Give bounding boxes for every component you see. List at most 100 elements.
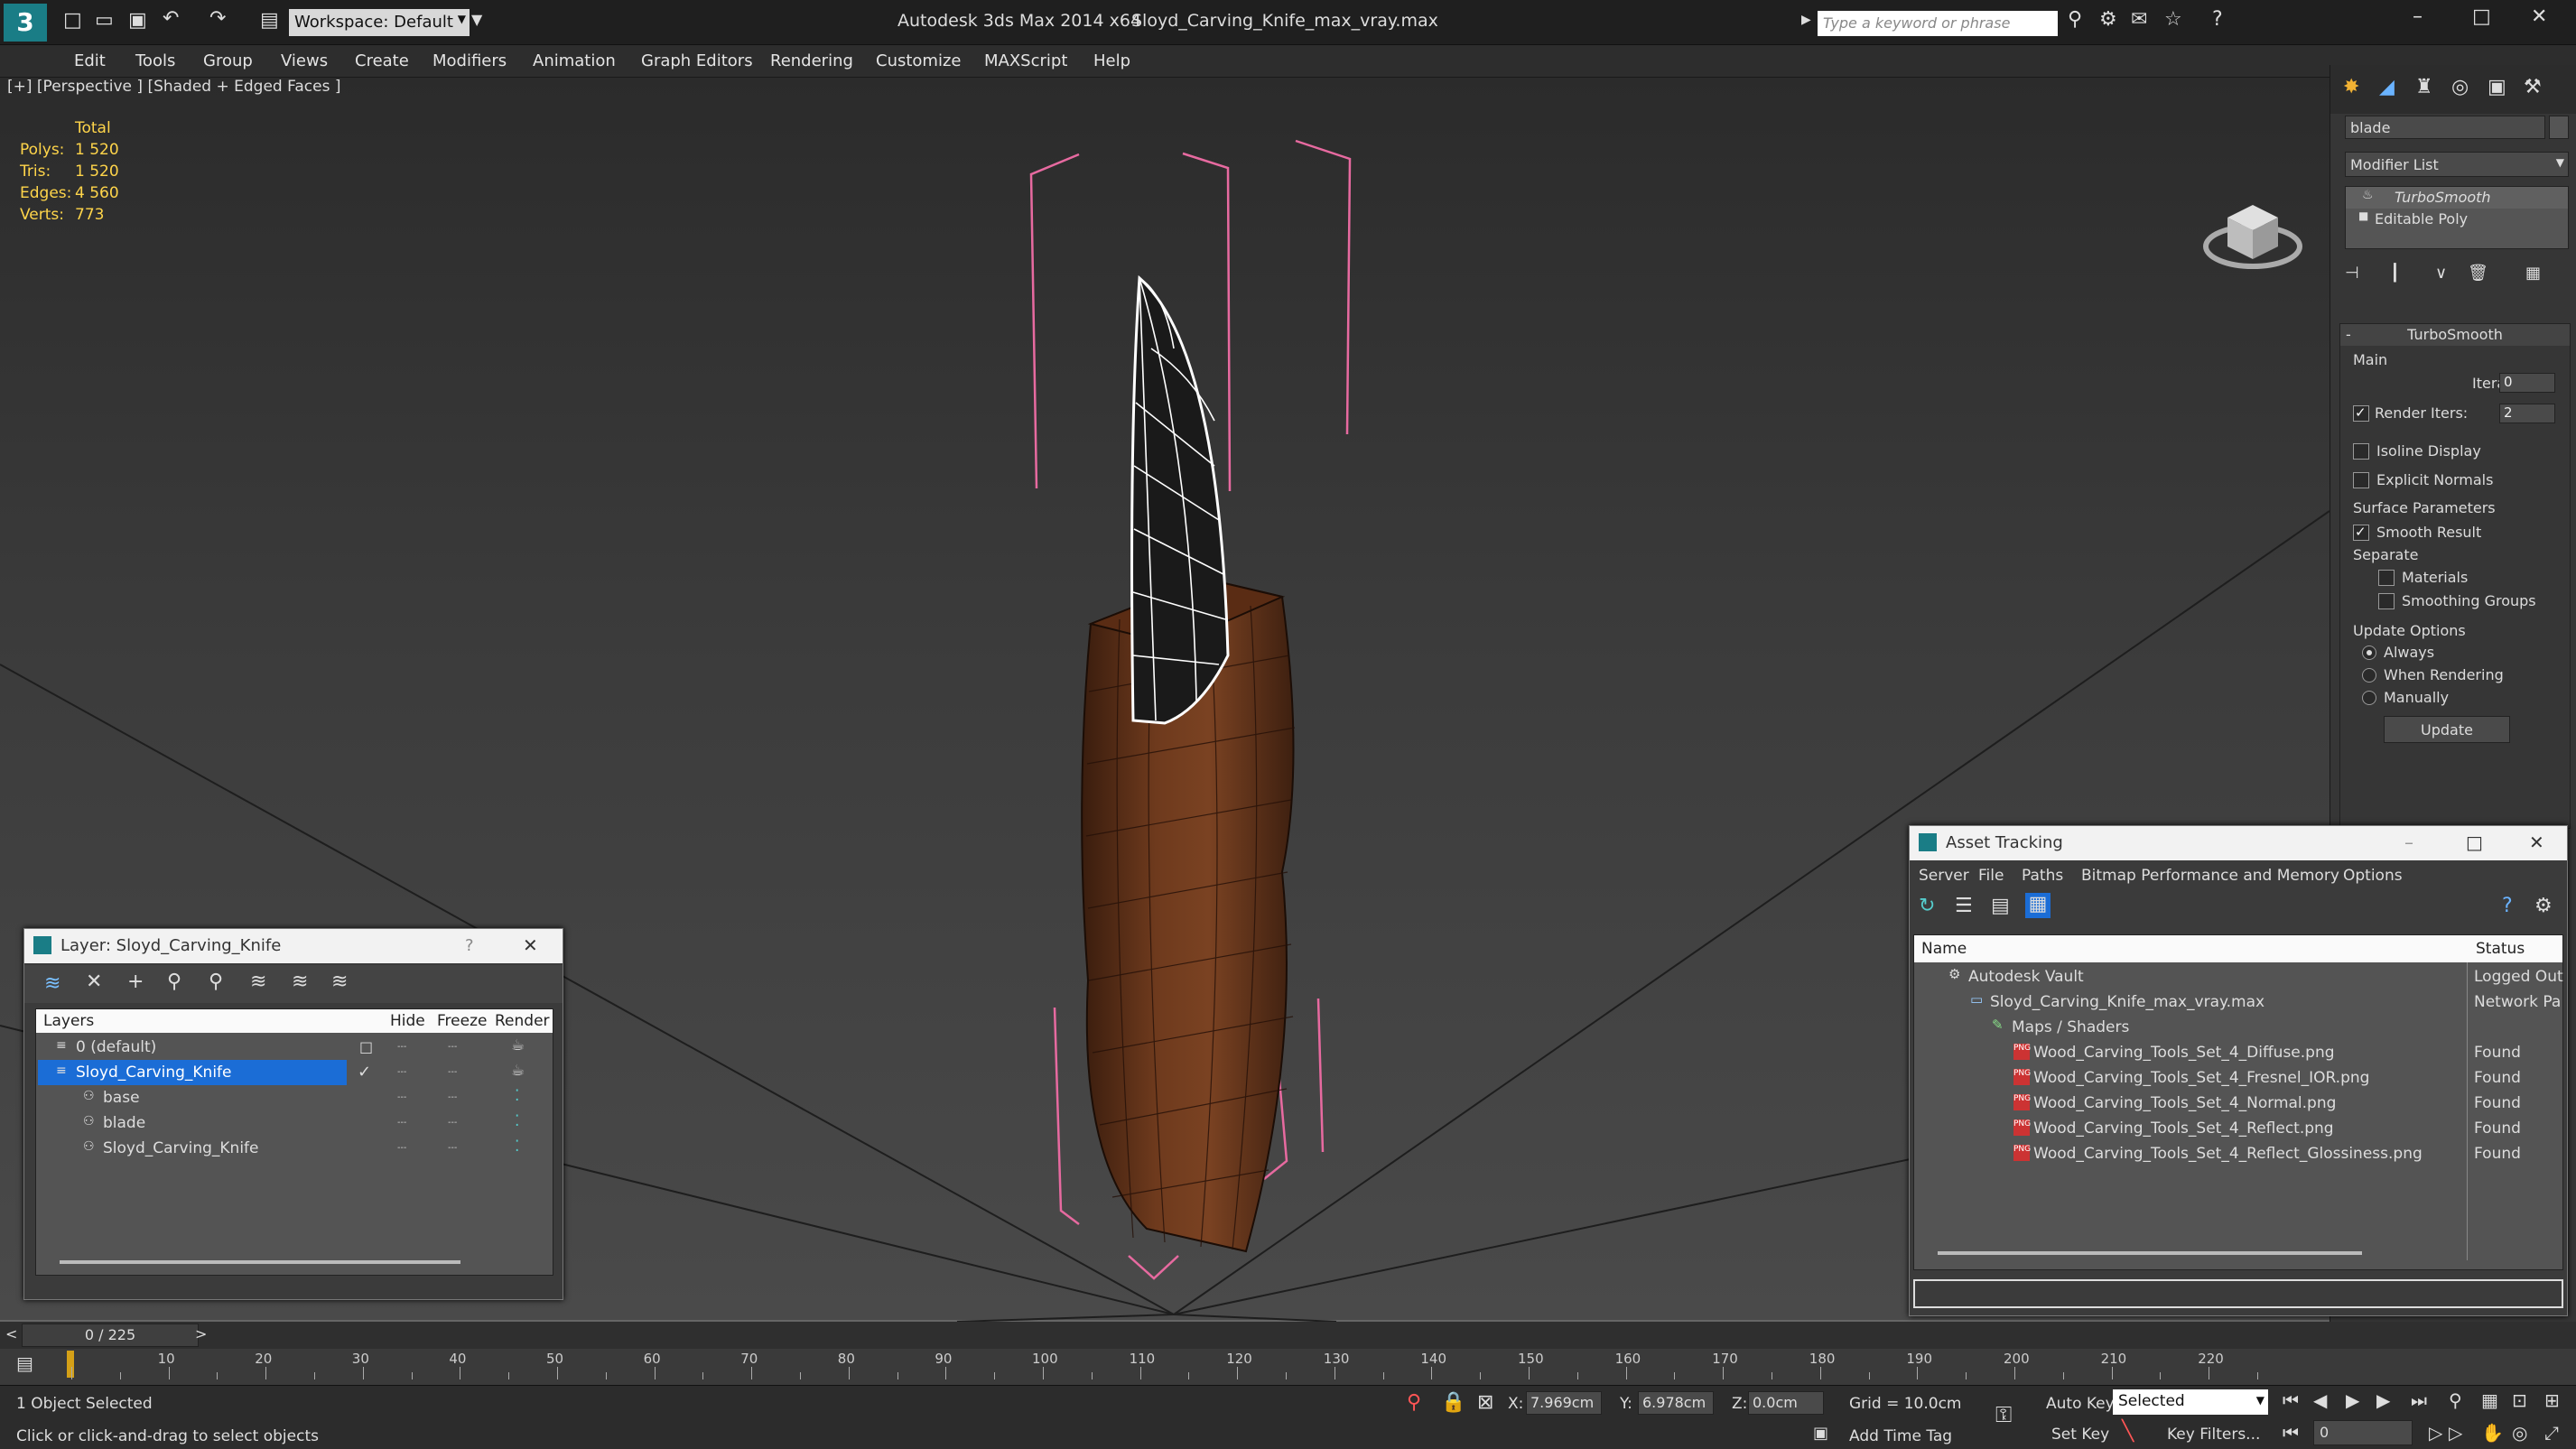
- materials-checkbox[interactable]: [2378, 570, 2395, 586]
- list-view-icon[interactable]: ☰: [1955, 895, 1973, 917]
- time-slider-thumb[interactable]: 0 / 225: [22, 1324, 199, 1347]
- asset-window-titlebar[interactable]: Asset Tracking – □ ✕: [1910, 826, 2567, 860]
- modify-tab-icon[interactable]: ◢: [2379, 76, 2395, 98]
- hide-toggle-icon[interactable]: ┄: [397, 1064, 406, 1082]
- display-tab-icon[interactable]: ▣: [2488, 76, 2506, 98]
- hide-toggle-icon[interactable]: ┄: [397, 1114, 406, 1132]
- subscription-icon[interactable]: ⚙: [2099, 8, 2117, 31]
- light-bulb-icon[interactable]: ♨: [2362, 188, 2374, 202]
- key-filter-icon[interactable]: ╲: [2122, 1420, 2134, 1443]
- menu-graph-editors[interactable]: Graph Editors: [641, 51, 753, 70]
- layer-row[interactable]: ≡ 0 (default) □ ┄ ┄ ☕: [36, 1035, 553, 1060]
- asset-menu-bitmap-performance[interactable]: Bitmap Performance and Memory: [2081, 867, 2339, 885]
- settings-icon[interactable]: ⚙: [2534, 895, 2553, 917]
- always-radio[interactable]: [2362, 646, 2376, 660]
- go-to-end-icon[interactable]: ⏭: [2411, 1389, 2427, 1411]
- play-icon[interactable]: ▶: [2346, 1389, 2359, 1411]
- freeze-toggle-icon[interactable]: ┄: [448, 1064, 457, 1082]
- time-next-icon[interactable]: >: [195, 1325, 207, 1342]
- save-file-icon[interactable]: ▣: [128, 9, 147, 32]
- pin-stack-icon[interactable]: ⊣: [2345, 264, 2359, 283]
- motion-tab-icon[interactable]: ◎: [2451, 76, 2469, 98]
- render-toggle-icon[interactable]: ⁚: [515, 1112, 519, 1130]
- iterations-spinner[interactable]: 0: [2499, 373, 2555, 393]
- asset-row[interactable]: PNG Wood_Carving_Tools_Set_4_Diffuse.png…: [1914, 1040, 2562, 1065]
- viewport-label[interactable]: [+] [Perspective ] [Shaded + Edged Faces…: [7, 78, 340, 96]
- zoom-extents-icon[interactable]: ⊡: [2512, 1389, 2527, 1411]
- remove-modifier-icon[interactable]: 🗑: [2468, 264, 2488, 283]
- asset-row[interactable]: PNG Wood_Carving_Tools_Set_4_Reflect_Glo…: [1914, 1141, 2562, 1166]
- render-toggle-icon[interactable]: ☕: [511, 1062, 525, 1080]
- freeze-all-icon[interactable]: ≋: [331, 971, 348, 993]
- object-name-field[interactable]: blade: [2345, 116, 2545, 139]
- x-coordinate-field[interactable]: 7.969cm: [1526, 1391, 1602, 1415]
- menu-modifiers[interactable]: Modifiers: [432, 51, 507, 70]
- column-status[interactable]: Status: [2476, 940, 2525, 958]
- show-end-result-icon[interactable]: ┃: [2390, 264, 2400, 283]
- menu-views[interactable]: Views: [281, 51, 328, 70]
- utilities-tab-icon[interactable]: ⚒: [2524, 76, 2542, 98]
- menu-animation[interactable]: Animation: [533, 51, 616, 70]
- stack-item-editable-poly[interactable]: ■ Editable Poly: [2346, 209, 2568, 230]
- isolate-selection-icon[interactable]: ⚲: [1407, 1391, 1421, 1414]
- asset-menu-server[interactable]: Server: [1919, 867, 1969, 885]
- freeze-toggle-icon[interactable]: ┄: [448, 1114, 457, 1132]
- expand-icon[interactable]: ■: [2358, 209, 2368, 222]
- time-slider[interactable]: < 0 / 225 >: [0, 1322, 2576, 1349]
- select-layer-icon[interactable]: ⚲: [209, 971, 223, 993]
- make-unique-icon[interactable]: ∨: [2435, 264, 2447, 283]
- when-rendering-radio[interactable]: [2362, 668, 2376, 683]
- asset-menu-file[interactable]: File: [1978, 867, 2004, 885]
- maximize-viewport-icon[interactable]: ⤢: [2544, 1422, 2559, 1444]
- maximize-icon[interactable]: □: [2472, 5, 2491, 28]
- undo-icon[interactable]: ↶: [163, 7, 179, 30]
- menu-help[interactable]: Help: [1093, 51, 1130, 70]
- key-set-dropdown[interactable]: Selected ▼: [2113, 1389, 2268, 1415]
- key-filters-button[interactable]: Key Filters...: [2167, 1426, 2260, 1444]
- asset-row[interactable]: PNG Wood_Carving_Tools_Set_4_Fresnel_IOR…: [1914, 1065, 2562, 1091]
- object-color-swatch[interactable]: [2549, 116, 2569, 139]
- column-freeze[interactable]: Freeze: [437, 1012, 487, 1030]
- help-icon[interactable]: ?: [2502, 895, 2513, 917]
- grid-view-icon[interactable]: ▦: [2025, 893, 2051, 918]
- add-time-tag[interactable]: Add Time Tag: [1849, 1427, 1952, 1445]
- asset-row[interactable]: ✎ Maps / Shaders: [1914, 1015, 2562, 1040]
- add-time-tag-icon[interactable]: ▣: [1813, 1424, 1828, 1443]
- object-row[interactable]: ⚇ Sloyd_Carving_Knife ┄ ┄ ⁚: [36, 1136, 553, 1161]
- new-file-icon[interactable]: □: [63, 9, 82, 32]
- configure-sets-icon[interactable]: ▦: [2525, 264, 2541, 283]
- explicit-normals-checkbox[interactable]: [2353, 472, 2369, 488]
- asset-menu-options[interactable]: Options: [2343, 867, 2403, 885]
- column-name[interactable]: Name: [1921, 940, 1967, 958]
- menu-customize[interactable]: Customize: [876, 51, 961, 70]
- modifier-list-dropdown[interactable]: Modifier List ▼: [2345, 152, 2569, 177]
- zoom-all-icon[interactable]: ▦: [2481, 1389, 2498, 1411]
- layer-window-titlebar[interactable]: Layer: Sloyd_Carving_Knife ? ✕: [24, 929, 563, 963]
- close-icon[interactable]: ✕: [2529, 831, 2544, 853]
- update-button[interactable]: Update: [2384, 716, 2510, 743]
- menu-edit[interactable]: Edit: [74, 51, 106, 70]
- horizontal-scrollbar[interactable]: [60, 1260, 460, 1264]
- current-layer-box-icon[interactable]: □: [359, 1038, 373, 1055]
- freeze-toggle-icon[interactable]: ┄: [448, 1139, 457, 1157]
- column-layers[interactable]: Layers: [43, 1012, 94, 1030]
- refresh-icon[interactable]: ↻: [1919, 895, 1935, 917]
- render-toggle-icon[interactable]: ☕: [511, 1036, 525, 1054]
- layer-row-selected[interactable]: ≡ Sloyd_Carving_Knife ✓ ┄ ┄ ☕: [36, 1060, 553, 1085]
- object-row[interactable]: ⚇ base ┄ ┄ ⁚: [36, 1085, 553, 1110]
- auto-key-button[interactable]: Auto Key: [2046, 1395, 2115, 1413]
- delete-layer-icon[interactable]: ✕: [86, 971, 102, 993]
- z-coordinate-field[interactable]: 0.0cm: [1748, 1391, 1824, 1415]
- time-prev-icon[interactable]: <: [5, 1325, 17, 1342]
- hide-all-icon[interactable]: ≋: [292, 971, 308, 993]
- help-icon[interactable]: ?: [2212, 8, 2223, 31]
- asset-row[interactable]: ▭ Sloyd_Carving_Knife_max_vray.max Netwo…: [1914, 989, 2562, 1015]
- isoline-display-checkbox[interactable]: [2353, 443, 2369, 460]
- current-frame-field[interactable]: 0: [2313, 1420, 2413, 1445]
- orbit-icon[interactable]: ◎: [2512, 1422, 2527, 1444]
- field-of-view-icon[interactable]: ▷: [2449, 1422, 2462, 1444]
- stack-item-turbosmooth[interactable]: ♨ TurboSmooth: [2346, 187, 2568, 209]
- asset-path-field[interactable]: [1913, 1279, 2563, 1308]
- hide-toggle-icon[interactable]: ┄: [397, 1038, 406, 1056]
- track-bar[interactable]: ▤ 10 20 30 40 50 60 70 80 90 100 110 120 130 140 150 16…: [0, 1349, 2576, 1385]
